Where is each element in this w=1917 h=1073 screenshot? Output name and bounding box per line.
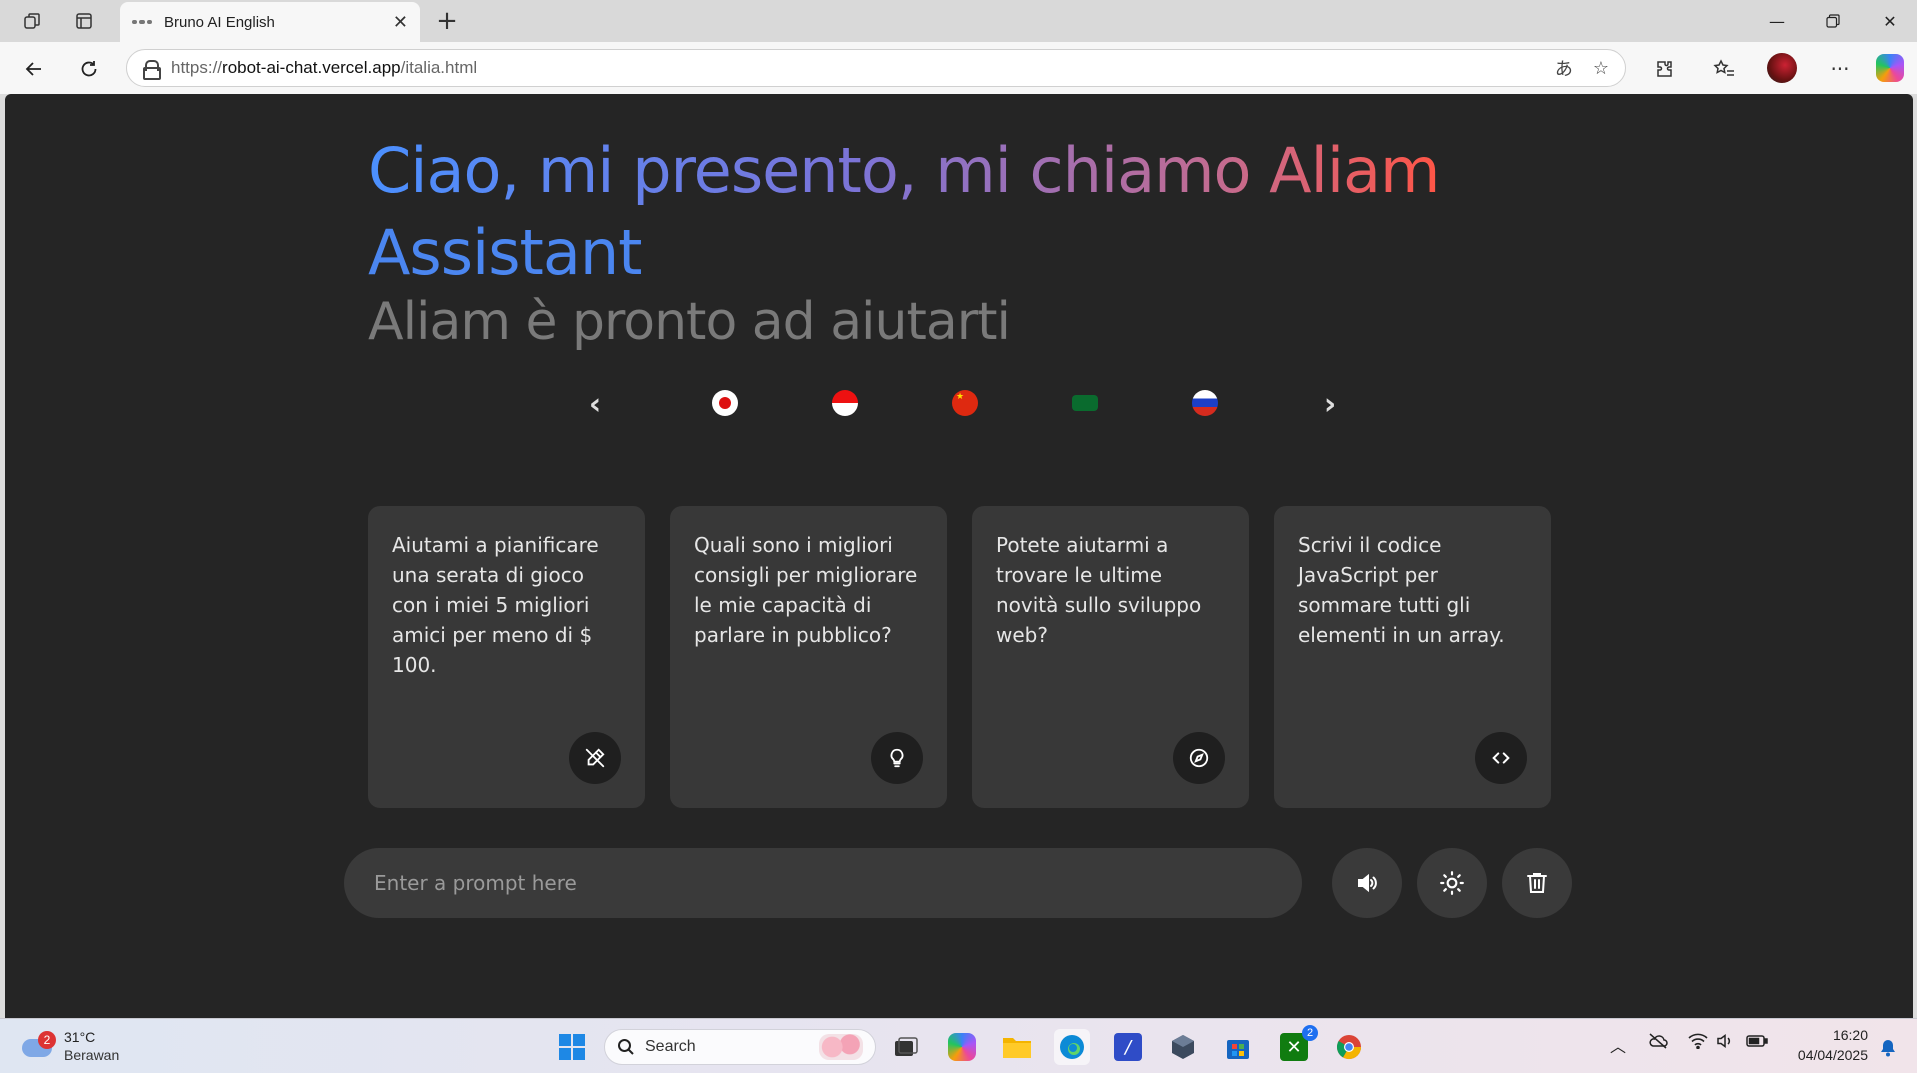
greeting-heading: Ciao, mi presento, mi chiamo Aliam Assis… <box>368 130 1568 294</box>
favorites-list-icon[interactable] <box>1708 53 1740 85</box>
task-view-icon[interactable] <box>888 1029 924 1065</box>
url-text[interactable]: https://robot-ai-chat.vercel.app/italia.… <box>171 58 1535 78</box>
chrome-icon[interactable] <box>1331 1029 1367 1065</box>
wifi-icon[interactable] <box>1688 1033 1708 1053</box>
battery-icon[interactable] <box>1746 1033 1768 1052</box>
card-text: Scrivi il codice JavaScript per sommare … <box>1298 533 1505 647</box>
china-flag-icon[interactable] <box>952 390 978 416</box>
url-bar[interactable]: https://robot-ai-chat.vercel.app/italia.… <box>126 49 1626 87</box>
refresh-icon[interactable] <box>73 53 105 85</box>
compass-icon <box>1173 732 1225 784</box>
minimize-icon[interactable]: — <box>1754 6 1800 36</box>
start-button[interactable] <box>554 1029 590 1065</box>
weather-badge: 2 <box>38 1031 56 1049</box>
japan-flag-icon[interactable] <box>712 390 738 416</box>
file-explorer-icon[interactable] <box>999 1029 1035 1065</box>
pen-off-icon <box>569 732 621 784</box>
weather-widget[interactable]: 2 31°C Berawan <box>18 1027 158 1067</box>
language-carousel: ‹ › <box>580 384 1340 424</box>
carousel-next-button[interactable]: › <box>1315 384 1345 424</box>
assistant-text: Assistant <box>368 216 642 289</box>
card-text: Quali sono i migliori consigli per migli… <box>694 533 918 647</box>
subtitle: Aliam è pronto ad aiutarti <box>368 292 1011 352</box>
tab-actions-icon[interactable] <box>69 6 99 36</box>
search-icon <box>618 1039 634 1055</box>
xbox-icon[interactable]: ✕ 2 <box>1276 1025 1318 1065</box>
trash-icon <box>1527 873 1547 893</box>
app-badge: 2 <box>1302 1025 1318 1041</box>
russia-flag-icon[interactable] <box>1192 390 1218 416</box>
lightbulb-icon <box>871 732 923 784</box>
speaker-icon <box>1358 873 1377 893</box>
edge-browser-icon[interactable] <box>1054 1029 1090 1065</box>
clock-date: 04/04/2025 <box>1797 1047 1868 1063</box>
browser-tab-bar: Bruno AI English ✕ + — ✕ <box>0 0 1917 42</box>
editor-app-icon[interactable]: / <box>1110 1029 1146 1065</box>
active-tab[interactable]: Bruno AI English ✕ <box>120 2 420 42</box>
restore-icon[interactable] <box>1810 6 1856 36</box>
close-tab-icon[interactable]: ✕ <box>393 12 408 33</box>
sun-icon <box>1440 871 1464 895</box>
cherry-blossom-icon <box>819 1034 863 1060</box>
indonesia-flag-icon[interactable] <box>832 390 858 416</box>
saudi-arabia-flag-icon[interactable] <box>1072 395 1098 411</box>
volume-icon[interactable] <box>1716 1033 1734 1053</box>
onedrive-off-icon[interactable] <box>1648 1033 1668 1053</box>
theme-toggle-button[interactable] <box>1417 848 1487 918</box>
prompt-input[interactable] <box>374 871 1272 895</box>
profile-avatar[interactable] <box>1767 53 1797 83</box>
lock-icon[interactable] <box>143 60 161 80</box>
clock-time: 16:20 <box>1832 1027 1868 1043</box>
read-aloud-translate-icon[interactable]: あ <box>1555 55 1573 81</box>
code-icon <box>1475 732 1527 784</box>
card-text: Aiutami a pianificare una serata di gioc… <box>392 533 599 677</box>
suggestion-card[interactable]: Scrivi il codice JavaScript per sommare … <box>1274 506 1551 808</box>
new-tab-button[interactable]: + <box>432 6 462 36</box>
greeting-text: Ciao, mi presento, mi chiamo Aliam <box>368 134 1440 207</box>
extensions-icon[interactable] <box>1648 53 1680 85</box>
taskbar-search[interactable]: Search <box>604 1029 876 1065</box>
carousel-prev-button[interactable]: ‹ <box>580 384 610 424</box>
suggestion-card[interactable]: Quali sono i migliori consigli per migli… <box>670 506 947 808</box>
weather-condition: Berawan <box>64 1047 120 1063</box>
tab-title: Bruno AI English <box>164 13 275 31</box>
back-icon[interactable] <box>18 53 50 85</box>
suggestion-card[interactable]: Aiutami a pianificare una serata di gioc… <box>368 506 645 808</box>
sound-button[interactable] <box>1332 848 1402 918</box>
robot-favicon-icon <box>132 17 152 27</box>
copilot-taskbar-icon[interactable] <box>944 1029 980 1065</box>
favorite-star-icon[interactable]: ☆ <box>1593 58 1609 79</box>
suggestion-card[interactable]: Potete aiutarmi a trovare le ultime novi… <box>972 506 1249 808</box>
show-hidden-icons-icon[interactable]: ︿ <box>1610 1033 1626 1057</box>
workspaces-icon[interactable] <box>17 6 47 36</box>
copilot-icon[interactable] <box>1876 54 1904 82</box>
temperature: 31°C <box>64 1029 96 1045</box>
suggestion-cards: Aiutami a pianificare una serata di gioc… <box>368 506 1551 808</box>
cube-app-icon[interactable] <box>1165 1029 1201 1065</box>
close-window-icon[interactable]: ✕ <box>1867 6 1913 36</box>
windows-taskbar: 2 31°C Berawan Search / ✕ 2 ︿ 16:20 04/0… <box>0 1018 1917 1073</box>
card-text: Potete aiutarmi a trovare le ultime novi… <box>996 533 1202 647</box>
search-label: Search <box>645 1038 696 1055</box>
windows-logo-icon <box>559 1034 585 1060</box>
system-clock[interactable]: 16:20 04/04/2025 <box>1788 1025 1868 1065</box>
address-toolbar: https://robot-ai-chat.vercel.app/italia.… <box>0 42 1917 94</box>
more-menu-icon[interactable]: ··· <box>1824 53 1856 85</box>
delete-chat-button[interactable] <box>1502 848 1572 918</box>
notification-bell-icon[interactable] <box>1880 1039 1896 1057</box>
prompt-bar <box>344 848 1302 918</box>
microsoft-store-icon[interactable] <box>1220 1029 1256 1065</box>
